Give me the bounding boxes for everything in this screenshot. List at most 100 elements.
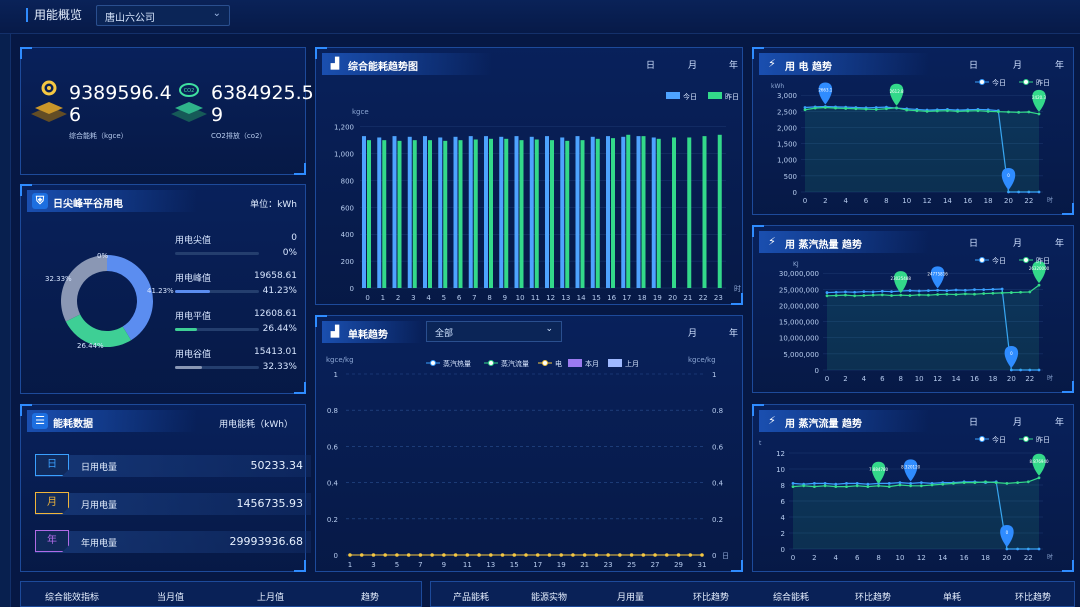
y-tick: 1 [334, 371, 338, 379]
y-unit-left: kgce/kg [326, 356, 354, 364]
energy-tag: 月 [35, 492, 69, 514]
y-tick: 500 [784, 173, 797, 181]
tab-year[interactable]: 年 [1055, 58, 1064, 71]
x-tick: 4 [843, 197, 848, 205]
unit-select[interactable]: 全部 ⌄ [426, 321, 562, 342]
point [973, 481, 977, 484]
y-tick: 4 [781, 514, 786, 522]
point [996, 110, 1000, 114]
tab-year[interactable]: 年 [1055, 236, 1064, 249]
point [908, 289, 912, 293]
point [887, 485, 891, 488]
bar-chart-icon: ▟ [330, 325, 340, 338]
point [864, 107, 868, 111]
x-tick: 11 [463, 561, 472, 569]
legend-label: 蒸汽流量 [501, 359, 529, 368]
x-tick: 10 [902, 197, 911, 205]
tab-year[interactable]: 年 [729, 58, 738, 71]
point [991, 291, 995, 295]
y-tick: 400 [341, 231, 354, 239]
x-tick: 1 [348, 561, 352, 569]
y-tick: 0.8 [327, 407, 338, 415]
point [606, 553, 610, 557]
tab-year[interactable]: 年 [729, 326, 738, 339]
peak-valley-unit: 单位：kWh [250, 200, 297, 210]
bar [443, 140, 448, 288]
tab-day[interactable]: 日 [969, 236, 978, 249]
trend-panel: ▟ 综合能耗趋势图 日 月 年 kgce 0 200 400 600 800 1,000 1,2… [315, 47, 743, 305]
tab-day[interactable]: 日 [969, 415, 978, 428]
point [418, 553, 423, 557]
point [946, 109, 949, 113]
tab-month[interactable]: 月 [1013, 58, 1022, 71]
tab-year[interactable]: 年 [1055, 415, 1064, 428]
bar [672, 137, 676, 288]
tab-month[interactable]: 月 [1013, 236, 1022, 249]
y-tick: 0 [781, 546, 785, 554]
donut-label-feng: 41.23% [147, 287, 174, 295]
legend-label: 昨日 [1036, 435, 1050, 444]
col-header: 综合能效指标 [45, 593, 100, 603]
legend-dot [979, 79, 985, 85]
col-header: 当月值 [157, 593, 185, 603]
energy-data-unit: 用电能耗（kWh） [219, 420, 293, 430]
bar [519, 140, 524, 288]
marker-label: 7.884780 [869, 467, 889, 472]
point [926, 293, 930, 297]
col-header: 月用量 [617, 593, 645, 603]
y-tick-right: 0.6 [712, 443, 724, 451]
bar [565, 140, 570, 288]
y-tick: 600 [341, 204, 354, 212]
bar [621, 136, 626, 288]
tab-day[interactable]: 日 [969, 58, 978, 71]
bar [499, 136, 504, 288]
x-tick: 16 [970, 375, 979, 383]
x-tick: 10 [516, 294, 525, 302]
x-tick: 16 [963, 197, 972, 205]
bar [453, 136, 458, 288]
unit-trend-chart: kgce/kg kgce/kg 0 0 0.2 0.2 0.4 0.4 0.6 0.6 0.8 0.8… [326, 356, 729, 569]
steam-flow-chart: t 0 2 4 6 8 10 12 0 2 4 6 8 10 12 14 16 18 20 22 时 7.884780 8.… [759, 435, 1053, 562]
y-tick: 0.2 [327, 516, 338, 524]
company-select[interactable]: 唐山六公司 ⌄ [96, 5, 230, 26]
point [917, 289, 921, 293]
point [1009, 291, 1013, 294]
x-tick: 6 [457, 294, 462, 302]
bar [580, 140, 585, 288]
marker-pin [1032, 453, 1046, 476]
x-tick: 15 [592, 294, 601, 302]
legend-dot [542, 360, 548, 366]
x-tick: 8 [487, 294, 491, 302]
point [862, 290, 866, 294]
pv-bar-fill [175, 328, 198, 331]
steam-flow-header: ⚡ 用 蒸汽流量 趋势 [759, 410, 929, 432]
y-tick: 20,000,000 [779, 302, 819, 310]
x-tick: 18 [988, 375, 997, 383]
energy-row-value: 1456735.93 [236, 497, 303, 510]
page-title: 用能概览 [26, 8, 82, 22]
legend-dot [1023, 436, 1029, 442]
marker-pin [893, 271, 908, 294]
point [618, 553, 622, 557]
point [909, 484, 913, 488]
x-tick: 13 [561, 294, 570, 302]
co2-value: 6384925.59 [211, 82, 314, 126]
point [547, 553, 552, 557]
tab-month[interactable]: 月 [688, 326, 697, 339]
tab-month[interactable]: 月 [688, 58, 697, 71]
x-tick: 6 [880, 375, 885, 383]
point [976, 109, 980, 113]
point [834, 485, 838, 488]
pv-value: 0 [291, 233, 297, 243]
tab-month[interactable]: 月 [1013, 415, 1022, 428]
point [535, 553, 540, 557]
pv-bar-fill [175, 366, 203, 369]
legend-label: 上月 [625, 359, 639, 368]
tab-day[interactable]: 日 [646, 58, 655, 71]
y-tick: 10,000,000 [779, 335, 819, 343]
point [676, 553, 681, 557]
x-tick: 2 [396, 294, 400, 302]
x-tick: 2 [823, 197, 827, 205]
x-tick: 19 [653, 294, 662, 302]
peak-valley-title: 日尖峰平谷用电 [53, 199, 123, 210]
